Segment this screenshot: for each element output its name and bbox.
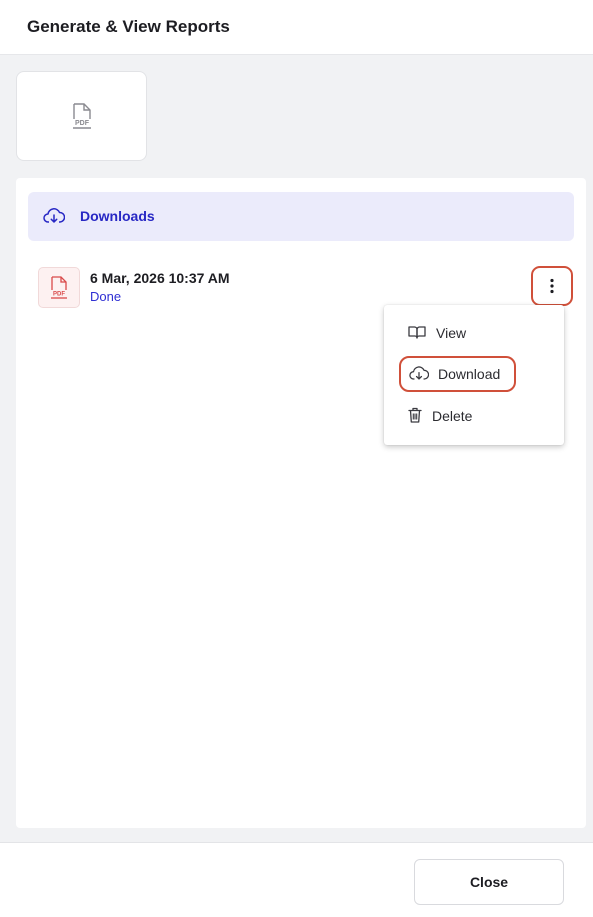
menu-item-download-label: Download [438,366,501,382]
dialog-header: Generate & View Reports [0,0,593,55]
dialog-footer: Close [0,842,593,917]
pdf-card-text: PDF [75,120,90,127]
reports-dialog: Generate & View Reports PDF Downloads PD… [0,0,593,917]
cloud-download-icon [409,366,429,380]
pdf-file-icon: PDF [51,275,67,299]
downloads-label: Downloads [80,208,155,224]
menu-item-delete-label: Delete [432,408,473,424]
pdf-file-icon: PDF [72,103,91,129]
report-status: Done [90,289,122,304]
menu-item-view-label: View [436,325,467,341]
report-more-options-button[interactable] [531,266,573,306]
pdf-thumb-text: PDF [53,291,65,297]
report-actions-menu: View Download Delete [384,305,564,445]
report-date: 6 Mar, 2026 10:37 AM [90,270,230,286]
dialog-title: Generate & View Reports [27,17,230,36]
book-open-icon [408,326,426,339]
report-thumbnail: PDF [38,267,80,308]
trash-icon [408,407,422,423]
cloud-download-icon [43,208,65,223]
downloads-panel: Downloads PDF 6 Mar, 2026 10:37 AM Done [16,178,586,828]
more-vertical-icon [550,278,554,294]
pdf-format-card[interactable]: PDF [16,71,147,161]
close-button[interactable]: Close [414,859,564,905]
menu-item-delete[interactable]: Delete [384,398,564,434]
menu-item-download[interactable]: Download [399,356,516,392]
menu-item-view[interactable]: View [384,315,564,351]
downloads-banner: Downloads [28,192,574,241]
